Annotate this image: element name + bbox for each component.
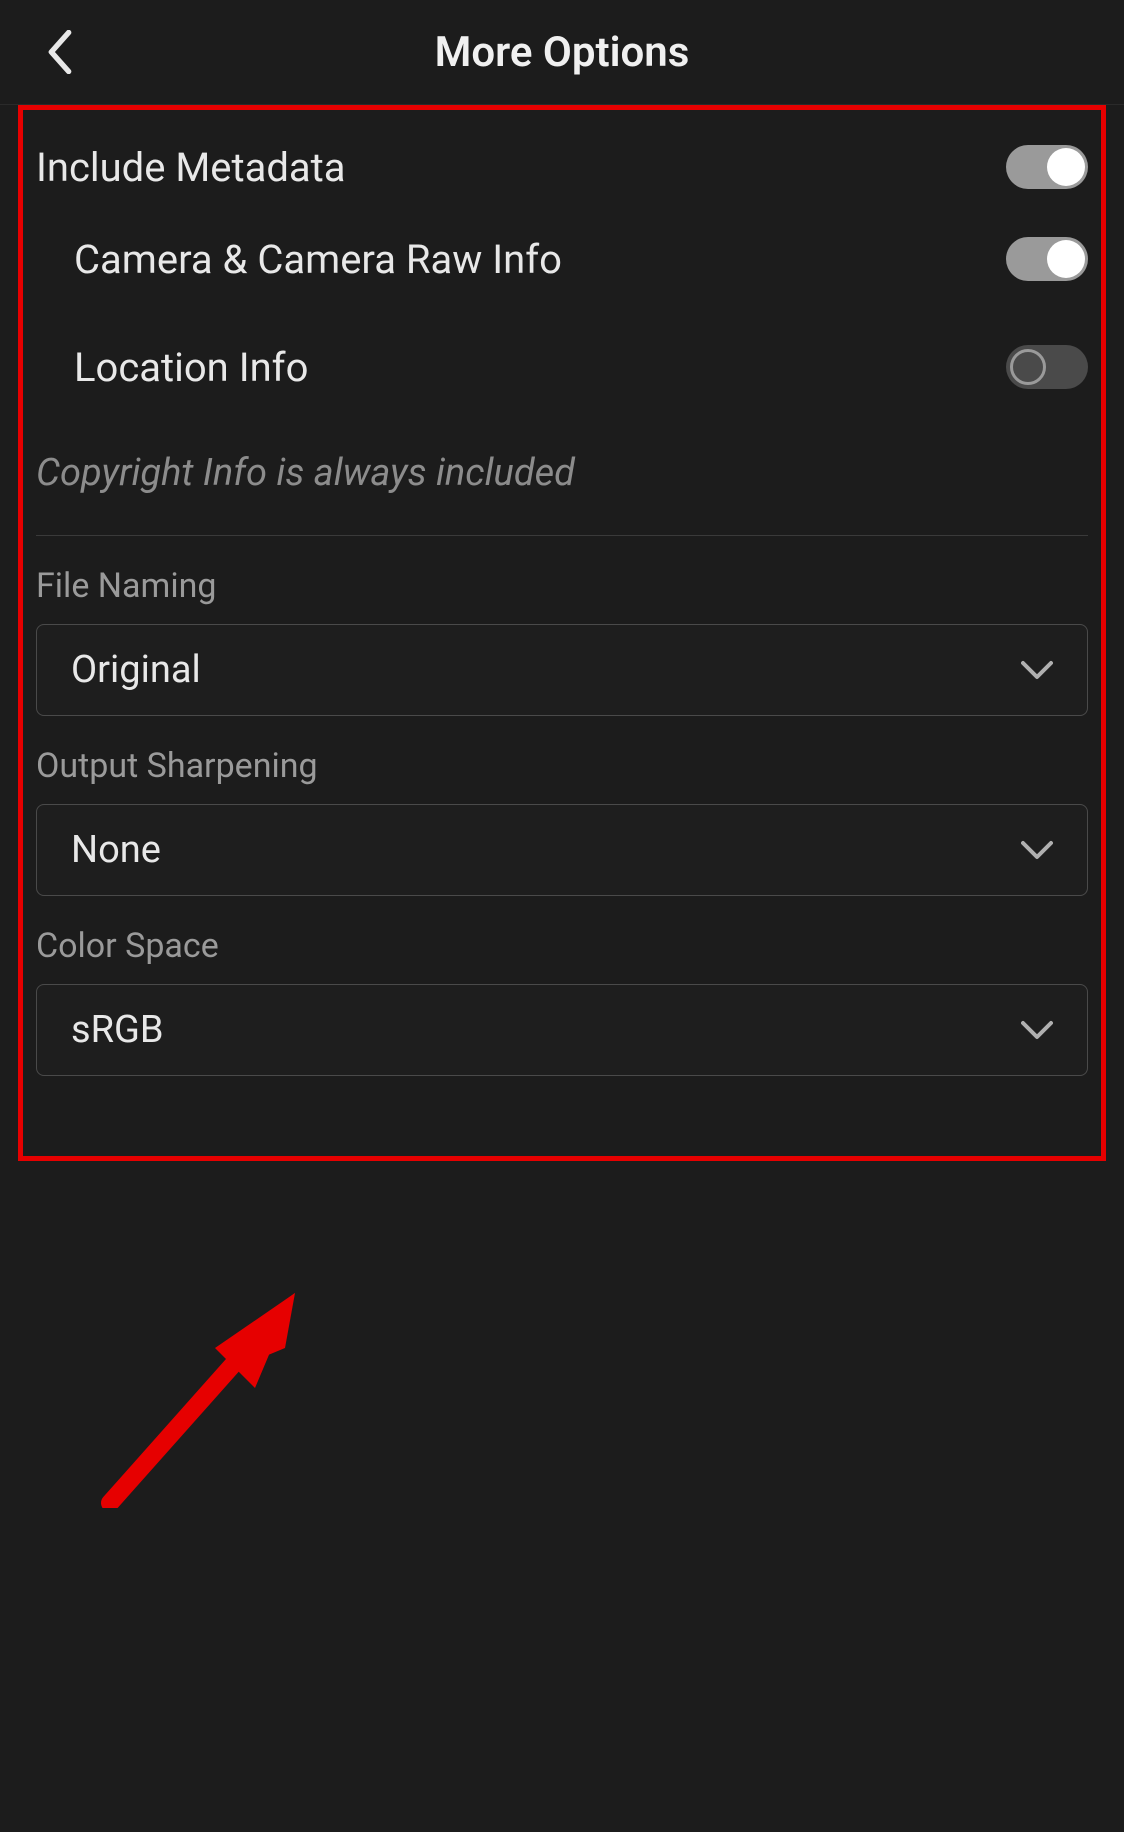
- include-metadata-label: Include Metadata: [36, 144, 346, 191]
- copyright-note: Copyright Info is always included: [36, 421, 1088, 535]
- page-title: More Options: [0, 28, 1124, 77]
- camera-info-label: Camera & Camera Raw Info: [74, 236, 562, 283]
- location-info-row: Location Info: [36, 313, 1088, 421]
- chevron-down-icon: [1021, 660, 1053, 680]
- include-metadata-row: Include Metadata: [36, 105, 1088, 205]
- chevron-left-icon: [47, 30, 73, 74]
- arrow-annotation-icon: [95, 1278, 315, 1508]
- location-info-label: Location Info: [74, 344, 308, 391]
- file-naming-label: File Naming: [36, 566, 1088, 606]
- color-space-dropdown[interactable]: sRGB: [36, 984, 1088, 1076]
- color-space-block: Color Space sRGB: [36, 926, 1088, 1076]
- chevron-down-icon: [1021, 1020, 1053, 1040]
- camera-info-toggle[interactable]: [1006, 237, 1088, 281]
- include-metadata-toggle[interactable]: [1006, 145, 1088, 189]
- back-button[interactable]: [40, 27, 80, 77]
- content-area: Include Metadata Camera & Camera Raw Inf…: [0, 105, 1124, 1076]
- section-divider: [36, 535, 1088, 536]
- header: More Options: [0, 0, 1124, 105]
- location-info-toggle[interactable]: [1006, 345, 1088, 389]
- color-space-label: Color Space: [36, 926, 1088, 966]
- file-naming-value: Original: [71, 648, 201, 692]
- output-sharpening-block: Output Sharpening None: [36, 746, 1088, 896]
- output-sharpening-value: None: [71, 828, 161, 872]
- color-space-value: sRGB: [71, 1008, 164, 1052]
- output-sharpening-dropdown[interactable]: None: [36, 804, 1088, 896]
- file-naming-block: File Naming Original: [36, 566, 1088, 716]
- camera-info-row: Camera & Camera Raw Info: [36, 205, 1088, 313]
- output-sharpening-label: Output Sharpening: [36, 746, 1088, 786]
- file-naming-dropdown[interactable]: Original: [36, 624, 1088, 716]
- chevron-down-icon: [1021, 840, 1053, 860]
